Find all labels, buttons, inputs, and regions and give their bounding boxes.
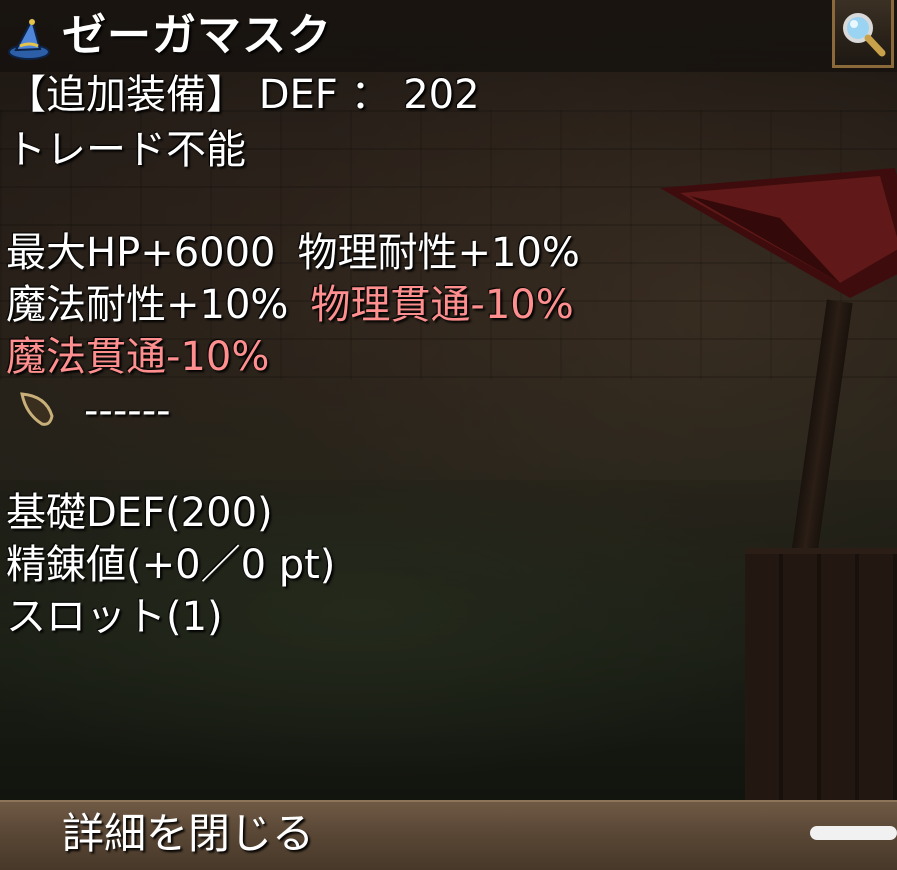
magic-resist-stat: 魔法耐性+10%	[6, 282, 289, 328]
refine-value: 精錬値(+0／0 pt)	[6, 542, 336, 588]
stat-line-2: 魔法耐性+10% 物理貫通-10%	[6, 280, 574, 330]
magic-penetration-stat: 魔法貫通-10%	[6, 334, 270, 380]
wizard-hat-icon	[8, 17, 50, 60]
base-def: 基礎DEF(200)	[6, 490, 273, 536]
slot-count: スロット(1)	[6, 594, 223, 640]
max-hp-stat: 最大HP+6000	[6, 230, 276, 276]
stat-line-1: 最大HP+6000 物理耐性+10%	[6, 228, 580, 278]
physical-penetration-stat: 物理貫通-10%	[310, 282, 574, 328]
equip-def-line: 【追加装備】 DEF ： 202	[6, 72, 480, 118]
search-button[interactable]	[832, 0, 894, 68]
trade-status: トレード不能	[6, 127, 246, 173]
drag-handle[interactable]	[810, 826, 897, 840]
magnifier-icon	[843, 12, 886, 56]
item-name: ゼーガマスク	[62, 10, 332, 61]
card-slot-icon	[20, 392, 54, 426]
card-slot-empty: ------	[84, 388, 171, 434]
close-details-button[interactable]: 詳細を閉じる	[62, 804, 314, 864]
physical-resist-stat: 物理耐性+10%	[297, 230, 580, 276]
